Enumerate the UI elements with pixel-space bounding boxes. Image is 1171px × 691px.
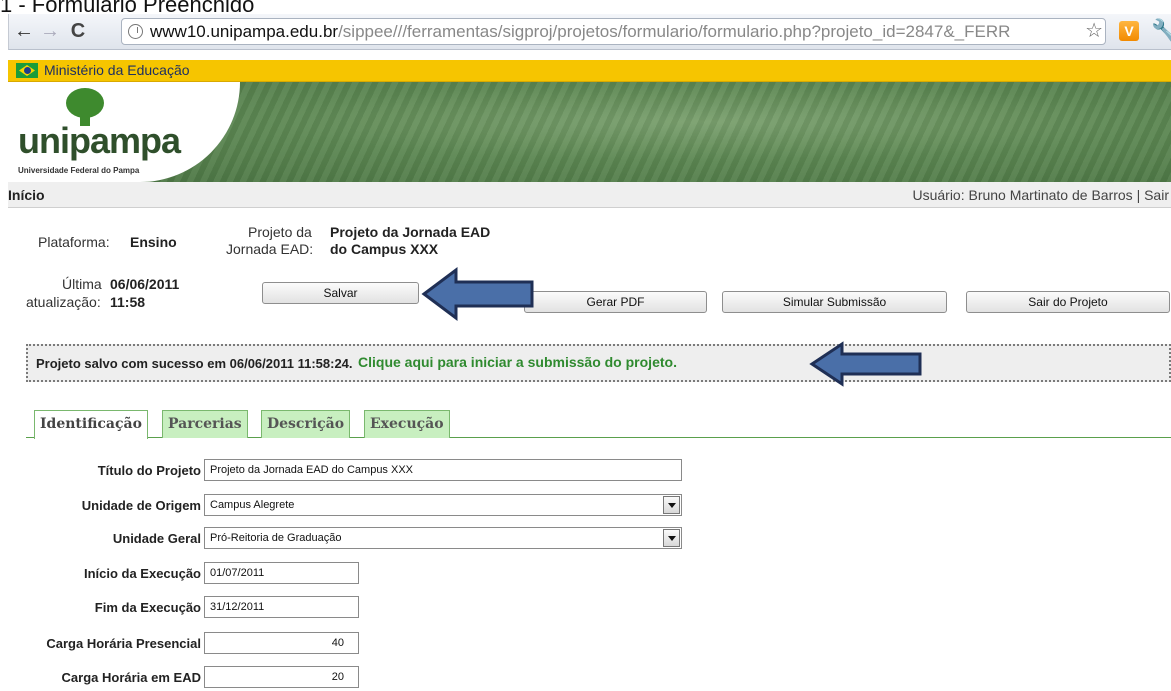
annotation-arrow-submit [808, 340, 924, 388]
government-bar: Ministério da Educação [8, 60, 1171, 82]
general-unit-label: Unidade Geral [112, 531, 201, 546]
origin-unit-select[interactable]: Campus Alegrete [204, 494, 682, 516]
ead-hours-input[interactable]: 20 [204, 666, 359, 688]
bookmark-star-icon[interactable]: ☆ [1085, 19, 1103, 44]
project-name-line1: Projeto da Jornada EAD [330, 224, 491, 240]
save-button[interactable]: Salvar [262, 282, 419, 304]
start-submission-link[interactable]: Clique aqui para iniciar a submissão do … [358, 354, 677, 370]
annotation-arrow-save [420, 266, 536, 322]
url-host: www10.unipampa.edu.br [150, 22, 339, 41]
start-date-label: Início da Execução [83, 566, 201, 581]
simulate-submission-button[interactable]: Simular Submissão [722, 291, 947, 313]
project-label-line2: Jornada EAD: [226, 241, 314, 257]
start-date-input[interactable]: 01/07/2011 [204, 562, 359, 584]
logo-subtitle: Universidade Federal do Pampa [18, 166, 140, 175]
form-tabs: Identificação Parcerias Descrição Execuç… [26, 410, 1171, 439]
forward-icon[interactable]: → [39, 20, 61, 42]
platform-label: Plataforma: [38, 234, 110, 250]
ministry-link[interactable]: Ministério da Educação [44, 62, 190, 78]
presencial-hours-label: Carga Horária Presencial [46, 636, 201, 651]
general-unit-select[interactable]: Pró-Reitoria de Graduação [204, 527, 682, 549]
user-info[interactable]: Usuário: Bruno Martinato de Barros | Sai… [912, 187, 1169, 203]
project-title-input[interactable]: Projeto da Jornada EAD do Campus XXX [204, 459, 682, 481]
general-unit-value: Pró-Reitoria de Graduação [210, 532, 342, 544]
url-path: /sippee///ferramentas/sigproj/projetos/f… [338, 22, 1011, 41]
presencial-hours-input[interactable]: 40 [204, 632, 359, 654]
chevron-down-icon[interactable] [663, 529, 680, 547]
tab-identificacao[interactable]: Identificação [34, 410, 148, 439]
brazil-flag-icon [16, 63, 38, 78]
reload-icon[interactable]: C [67, 20, 89, 42]
site-banner: unipampa Universidade Federal do Pampa [8, 82, 1171, 182]
chevron-down-icon[interactable] [663, 496, 680, 514]
project-title-label: Título do Projeto [97, 463, 201, 478]
ead-hours-label: Carga Horária em EAD [61, 670, 201, 685]
end-date-input[interactable]: 31/12/2011 [204, 596, 359, 618]
unipampa-logo[interactable]: unipampa Universidade Federal do Pampa [8, 82, 240, 182]
exit-project-button[interactable]: Sair do Projeto [966, 291, 1170, 313]
updated-label-line1: Última [62, 276, 102, 292]
updated-time: 11:58 [110, 294, 146, 310]
top-navigation: Início Usuário: Bruno Martinato de Barro… [8, 182, 1171, 208]
project-name-line2: do Campus XXX [330, 241, 439, 257]
updated-date: 06/06/2011 [110, 276, 180, 292]
updated-label-line2: atualização: [26, 294, 101, 310]
extension-icon[interactable]: V [1119, 21, 1139, 41]
tab-descricao[interactable]: Descrição [261, 410, 351, 438]
platform-value: Ensino [130, 234, 177, 250]
end-date-label: Fim da Execução [94, 600, 201, 615]
page-info-icon[interactable] [128, 24, 143, 39]
save-success-message: Projeto salvo com sucesso em 06/06/2011 … [36, 356, 353, 371]
address-bar[interactable]: www10.unipampa.edu.br/sippee///ferrament… [121, 18, 1106, 45]
status-message-box: Projeto salvo com sucesso em 06/06/2011 … [26, 344, 1171, 382]
tab-execucao[interactable]: Execução [364, 410, 450, 438]
back-icon[interactable]: ← [13, 20, 35, 42]
home-link[interactable]: Início [8, 187, 45, 203]
generate-pdf-button[interactable]: Gerar PDF [524, 291, 707, 313]
project-label-line1: Projeto da [248, 224, 312, 240]
origin-unit-label: Unidade de Origem [81, 498, 201, 513]
browser-toolbar: ← → C www10.unipampa.edu.br/sippee///fer… [8, 14, 1171, 50]
origin-unit-value: Campus Alegrete [210, 499, 295, 511]
wrench-icon[interactable]: 🔧 [1151, 18, 1171, 44]
logo-wordmark: unipampa [18, 120, 181, 161]
tab-parcerias[interactable]: Parcerias [162, 410, 248, 438]
